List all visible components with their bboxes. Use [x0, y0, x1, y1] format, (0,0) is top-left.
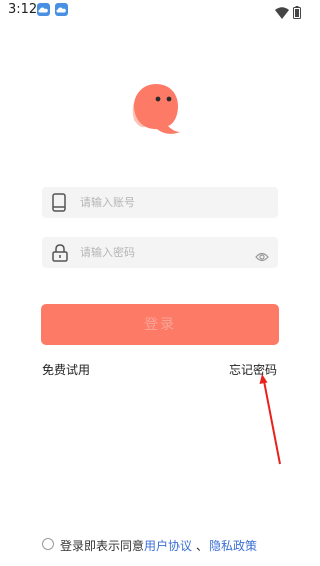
- password-field[interactable]: [42, 237, 278, 268]
- cloud-app-icon: [37, 3, 50, 16]
- status-time: 3:12: [8, 2, 38, 17]
- agreement-separator: 、: [196, 539, 209, 553]
- agreement-prefix: 登录即表示同意: [60, 539, 145, 553]
- eye-icon[interactable]: [255, 247, 269, 266]
- user-agreement-link[interactable]: 用户协议: [144, 537, 192, 554]
- cloud-app-icon: [55, 3, 68, 16]
- privacy-policy-link[interactable]: 隐私政策: [209, 537, 257, 554]
- login-button[interactable]: 登录: [41, 304, 279, 345]
- status-bar: 3:12: [0, 0, 320, 20]
- free-trial-link[interactable]: 免费试用: [42, 361, 90, 378]
- battery-icon: [293, 4, 301, 23]
- app-logo: [128, 82, 184, 136]
- agreement-checkbox[interactable]: [42, 538, 54, 550]
- phone-icon: [51, 193, 67, 217]
- red-arrow-annotation: [259, 374, 281, 465]
- lock-icon: [51, 243, 69, 267]
- account-field[interactable]: [42, 187, 278, 218]
- wifi-icon: [275, 4, 289, 23]
- password-input[interactable]: [80, 237, 240, 268]
- account-input[interactable]: [80, 187, 240, 218]
